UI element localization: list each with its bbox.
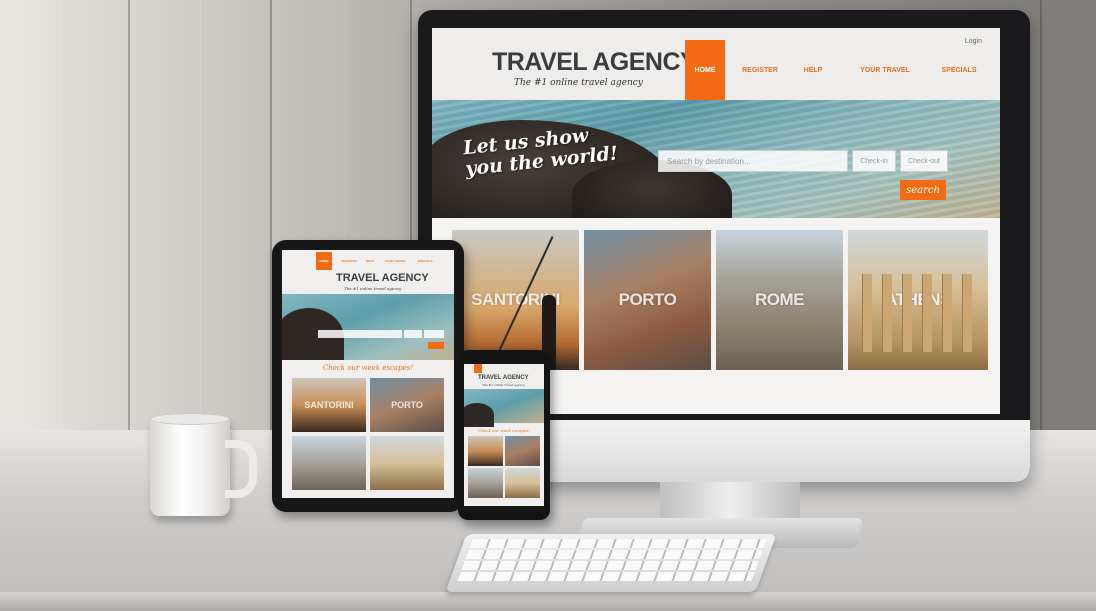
tablet-logo-subtitle: The #1 online travel agency [344, 286, 402, 291]
destination-label: PORTO [618, 290, 677, 309]
tablet-screen: HOME REGISTER HELP YOUR TRAVEL SPECIALS … [282, 250, 454, 498]
nav-your-travel[interactable]: YOUR TRAVEL [855, 40, 915, 100]
tablet-destination-santorini[interactable]: SANTORINI [292, 378, 366, 432]
keyboard [445, 534, 777, 592]
tablet-escapes-heading: Check our week escapes! [322, 364, 414, 372]
tablet-destination-athens[interactable] [370, 436, 444, 490]
tablet-search-button[interactable] [428, 342, 444, 349]
tablet-search-input[interactable] [318, 330, 402, 338]
tablet-nav-specials[interactable]: SPECIALS [412, 252, 438, 270]
destination-label: PORTO [391, 400, 423, 410]
main-nav: HOME REGISTER HELP YOUR TRAVEL SPECIALS [685, 40, 995, 100]
destination-label: ROME [755, 290, 805, 309]
search-bar: Search by destination... Check-in Check-… [658, 150, 948, 172]
tablet-hero [282, 294, 454, 360]
tablet-destination-porto[interactable]: PORTO [370, 378, 444, 432]
tablet-nav-home[interactable]: HOME [316, 252, 332, 270]
tablet-nav-register[interactable]: REGISTER [338, 252, 360, 270]
destination-santorini[interactable]: SANTORINI [452, 230, 579, 370]
phone-escapes-heading: Check our week escapes! [478, 428, 530, 433]
nav-help[interactable]: HELP [793, 40, 833, 100]
nav-specials[interactable]: SPECIALS [929, 40, 989, 100]
destination-porto[interactable]: PORTO [584, 230, 711, 370]
photo-scene: Login TRAVEL AGENCY The #1 online travel… [0, 0, 1096, 611]
check-out-field[interactable]: Check-out [900, 150, 948, 172]
phone-hero [464, 389, 544, 427]
phone-destination-athens[interactable] [505, 468, 540, 498]
phone-destination-rome[interactable] [468, 468, 503, 498]
check-in-field[interactable]: Check-in [852, 150, 896, 172]
destination-label: SANTORINI [304, 400, 354, 410]
hero-banner: Let us show you the world! Search by des… [432, 100, 1000, 218]
destinations-row: SANTORINI PORTO ROME ATHENS [452, 230, 992, 370]
site-header: Login TRAVEL AGENCY The #1 online travel… [432, 28, 1000, 100]
search-button[interactable]: search [900, 180, 946, 200]
phone-logo-subtitle: The #1 online travel agency [482, 383, 525, 387]
nav-register[interactable]: REGISTER [735, 40, 785, 100]
coffee-mug [150, 413, 257, 516]
nav-home[interactable]: HOME [685, 40, 725, 100]
smartphone-screen: TRAVEL AGENCY The #1 online travel agenc… [464, 364, 544, 506]
phone-logo-title: TRAVEL AGENCY [478, 375, 529, 381]
tablet-destination-rome[interactable] [292, 436, 366, 490]
desk-edge [0, 592, 1096, 611]
destination-label: ATHENS [885, 290, 951, 309]
phone-destination-santorini[interactable] [468, 436, 503, 466]
tablet-logo-title: TRAVEL AGENCY [336, 272, 429, 284]
tablet-nav-help[interactable]: HELP [362, 252, 378, 270]
tablet-check-out[interactable] [424, 330, 444, 338]
tablet-nav-your-travel[interactable]: YOUR TRAVEL [382, 252, 408, 270]
tablet-check-in[interactable] [404, 330, 422, 338]
logo-title: TRAVEL AGENCY [492, 48, 697, 76]
phone-destinations [468, 436, 540, 498]
destination-search-input[interactable]: Search by destination... [658, 150, 848, 172]
logo-subtitle: The #1 online travel agency [514, 78, 643, 88]
tablet-destinations: SANTORINI PORTO [292, 378, 444, 490]
tablet-nav: HOME REGISTER HELP YOUR TRAVEL SPECIALS [282, 252, 454, 270]
monitor-stand [660, 482, 800, 522]
phone-nav-home[interactable] [474, 364, 482, 373]
phone-destination-porto[interactable] [505, 436, 540, 466]
destination-athens[interactable]: ATHENS [848, 230, 988, 370]
phone-nav [464, 364, 544, 373]
destination-rome[interactable]: ROME [716, 230, 843, 370]
